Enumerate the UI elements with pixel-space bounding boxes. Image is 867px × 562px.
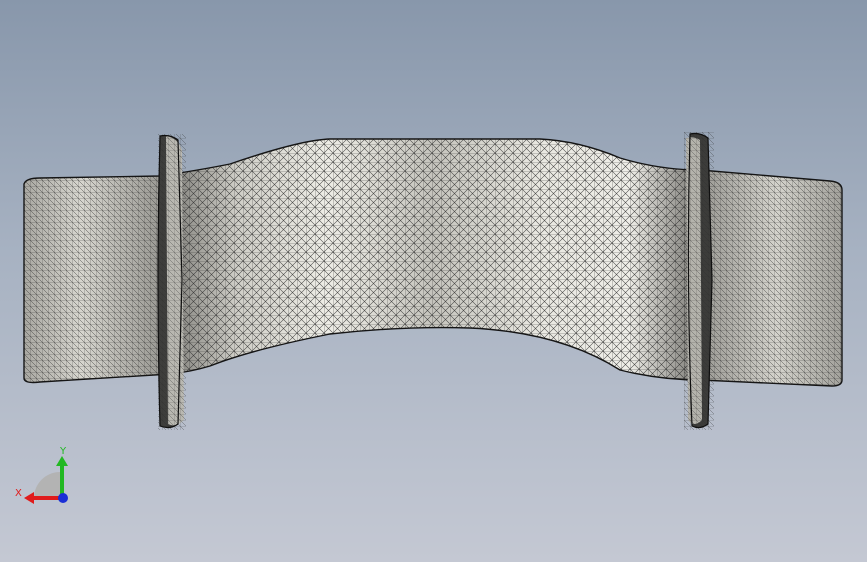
right-flange — [684, 132, 714, 430]
x-axis-label: X — [15, 488, 22, 499]
coordinate-triad: Y X — [12, 440, 82, 510]
blade-body — [23, 138, 843, 387]
triad-plane-icon — [34, 472, 60, 498]
y-axis-arrowhead — [56, 456, 68, 466]
graphics-viewport[interactable] — [0, 0, 867, 562]
triad-graphic: Y X — [15, 446, 68, 504]
z-axis-dot — [58, 493, 68, 503]
y-axis-label: Y — [59, 446, 67, 457]
x-axis-arrowhead — [24, 492, 34, 504]
model-canvas[interactable] — [0, 0, 867, 562]
left-flange — [157, 134, 186, 430]
